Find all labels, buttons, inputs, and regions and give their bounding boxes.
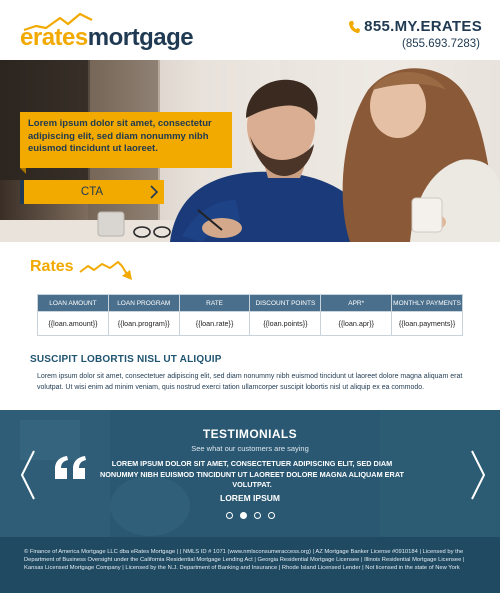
cell-apr: {{loan.apr}} [320,311,393,336]
cta-label: CTA [80,186,104,198]
cell-loan-program: {{loan.program}} [107,311,180,336]
logo[interactable]: eratesmortgage [20,12,194,52]
carousel-dot-3[interactable] [254,512,261,519]
footer-legal-text: © Finance of America Mortgage LLC dba eR… [24,549,465,571]
cta-accent [20,180,24,204]
carousel-dot-1[interactable] [226,512,233,519]
site-footer: © Finance of America Mortgage LLC dba eR… [0,537,500,593]
column-header: APR* [320,294,393,312]
logo-mortgage: mortgage [87,24,194,51]
carousel-dot-4[interactable] [268,512,275,519]
chevron-right-icon[interactable] [470,450,486,500]
testimonials-section: TESTIMONIALS See what our customers are … [0,410,500,537]
rates-table: LOAN AMOUNT LOAN PROGRAM RATE DISCOUNT P… [37,294,463,336]
logo-text: eratesmortgage [20,24,194,52]
testimonial-quote: LOREM IPSUM DOLOR SIT AMET, CONSECTETUER… [99,459,405,489]
rates-heading: Rates [30,256,170,286]
phone-link[interactable]: 855.MY.ERATES [348,18,482,35]
site-header: eratesmortgage 855.MY.ERATES (855.693.72… [0,0,500,60]
hero-banner: Lorem ipsum dolor sit amet, consectetur … [0,60,500,242]
rates-arrow-icon [79,261,132,280]
rates-title: Rates [30,258,74,275]
table-row: {{loan.amount}} {{loan.program}} {{loan.… [37,311,463,336]
hero-callout-text: Lorem ipsum dolor sit amet, consectetur … [28,118,212,154]
section-body: Lorem ipsum dolor sit amet, consectetuer… [37,373,463,391]
testimonial-author: LOREM IPSUM [220,493,280,503]
column-header: MONTHLY PAYMENTS [391,294,463,312]
logo-erates: erates [20,24,88,51]
chevron-left-icon[interactable] [20,450,36,500]
column-header: LOAN PROGRAM [107,294,180,312]
cell-discount-points: {{loan.points}} [249,311,322,336]
cell-monthly-payments: {{loan.payments}} [391,311,463,336]
phone-number-alt[interactable]: (855.693.7283) [402,38,480,50]
cta-button[interactable]: CTA [20,180,164,204]
hero-callout: Lorem ipsum dolor sit amet, consectetur … [20,112,232,168]
phone-number: 855.MY.ERATES [364,18,482,35]
column-header: RATE [178,294,251,312]
section-heading: SUSCIPIT LOBORTIS NISL UT ALIQUIP [30,354,222,365]
hero-callout-fold [20,168,26,174]
quote-icon [55,456,86,479]
phone-icon [349,20,361,33]
rates-header-row: LOAN AMOUNT LOAN PROGRAM RATE DISCOUNT P… [37,294,463,312]
carousel-dots [226,512,275,519]
column-header: LOAN AMOUNT [37,294,109,312]
column-header: DISCOUNT POINTS [249,294,322,312]
cell-rate: {{loan.rate}} [178,311,251,336]
carousel-dot-2[interactable] [240,512,247,519]
testimonials-subtitle: See what our customers are saying [191,444,309,453]
testimonials-title: TESTIMONIALS [202,427,298,441]
cell-loan-amount: {{loan.amount}} [37,311,109,336]
chevron-right-icon [150,185,158,199]
